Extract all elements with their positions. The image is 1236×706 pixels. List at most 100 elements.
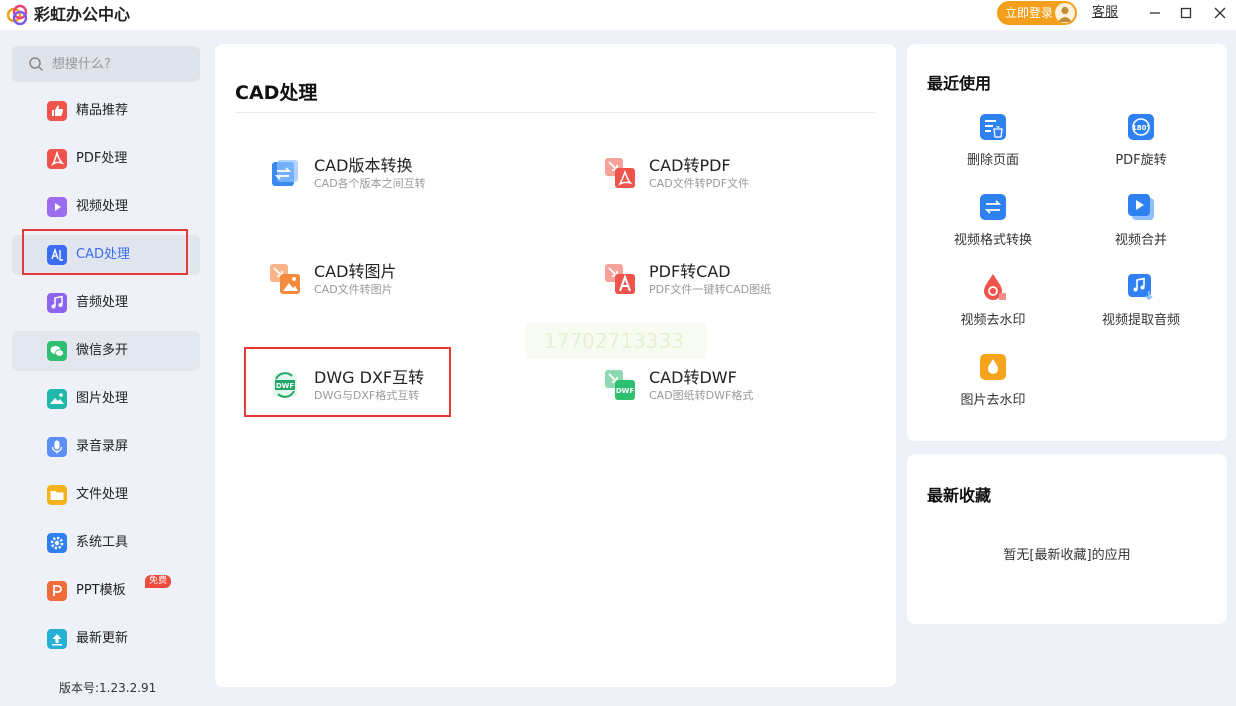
sidebar-item-file[interactable]: 文件处理 (12, 475, 200, 515)
main-panel: CAD处理 17702713333 CAD版本转换 CAD各个版本之间互转 CA… (215, 44, 896, 687)
recent-item-label: 删除页面 (966, 153, 1019, 168)
app-logo-icon (6, 4, 28, 26)
recent-item-delete-page[interactable]: 删除页面 (923, 113, 1063, 173)
recent-item-image-watermark[interactable]: 图片去水印 (923, 353, 1063, 413)
video-icon (47, 197, 67, 217)
watermark: 17702713333 (526, 323, 706, 359)
sidebar-item-label: 视频处理 (76, 199, 129, 214)
rotate-180-icon: 180° (1128, 114, 1154, 140)
svg-text:DWF: DWF (276, 382, 295, 390)
sidebar-item-system[interactable]: 系统工具 (12, 523, 200, 563)
upload-icon (47, 629, 67, 649)
sidebar-item-label: PDF处理 (76, 151, 128, 166)
svg-text:180°: 180° (1132, 124, 1150, 132)
tool-cad-version-convert[interactable]: CAD版本转换 CAD各个版本之间互转 (270, 152, 570, 212)
image-watermark-icon (980, 354, 1006, 380)
tool-title: CAD转DWF (649, 368, 737, 387)
music-icon (47, 293, 67, 313)
cad-to-dwf-icon: DWF (605, 370, 635, 400)
favorites-empty-text: 暂无[最新收藏]的应用 (1003, 548, 1131, 563)
sidebar-item-label: CAD处理 (76, 247, 130, 262)
tool-cad-to-pdf[interactable]: CAD转PDF CAD文件转PDF文件 (605, 152, 905, 212)
cad-to-pdf-icon (605, 158, 635, 188)
recent-title: 最近使用 (927, 74, 992, 93)
tool-desc: DWG与DXF格式互转 (314, 389, 420, 402)
login-button[interactable]: 立即登录 (997, 1, 1077, 25)
tool-title: CAD转图片 (314, 262, 397, 281)
image-icon (47, 389, 67, 409)
thumbs-up-icon (47, 101, 67, 121)
recent-item-label: 视频去水印 (960, 313, 1026, 328)
sidebar-item-record[interactable]: 录音录屏 (12, 427, 200, 467)
delete-page-icon (980, 114, 1006, 140)
app-title: 彩虹办公中心 (34, 5, 131, 24)
page-title: CAD处理 (235, 82, 318, 104)
search-box[interactable] (12, 46, 200, 82)
tool-title: PDF转CAD (649, 262, 731, 281)
recent-item-label: 视频提取音频 (1101, 313, 1180, 328)
recent-panel: 最近使用 删除页面 180° PDF旋转 视频格式转换 视频合并 视频去水印 视… (907, 44, 1227, 441)
sidebar-item-updates[interactable]: 最新更新 (12, 619, 200, 659)
video-convert-icon (980, 194, 1006, 220)
maximize-icon[interactable] (1177, 4, 1195, 22)
sidebar-item-label: 文件处理 (76, 487, 129, 502)
recent-item-label: PDF旋转 (1115, 153, 1167, 168)
sidebar-item-wechat[interactable]: 微信多开 (12, 331, 200, 371)
tool-title: CAD版本转换 (314, 156, 413, 175)
recent-item-video-merge[interactable]: 视频合并 (1071, 193, 1211, 253)
cad-icon (47, 245, 67, 265)
pdf-icon (47, 149, 67, 169)
search-input[interactable] (52, 52, 192, 76)
cad-to-image-icon (270, 264, 300, 294)
convert-icon (272, 160, 298, 186)
recent-item-extract-audio[interactable]: 视频提取音频 (1071, 273, 1211, 333)
folder-icon (47, 485, 67, 505)
tool-desc: CAD文件转图片 (314, 283, 393, 296)
version-label: 版本号:1.23.2.91 (59, 681, 157, 695)
microphone-icon (47, 437, 67, 457)
customer-service-link[interactable]: 客服 (1092, 4, 1118, 22)
divider (235, 112, 875, 113)
video-merge-icon (1128, 194, 1154, 220)
tool-cad-to-image[interactable]: CAD转图片 CAD文件转图片 (270, 258, 570, 318)
recent-item-video-watermark[interactable]: 视频去水印 (923, 273, 1063, 333)
avatar (1055, 3, 1075, 23)
search-icon (29, 57, 44, 72)
sidebar-item-label: 系统工具 (76, 535, 129, 550)
tool-title: CAD转PDF (649, 156, 731, 175)
extract-audio-icon (1128, 274, 1153, 301)
recent-item-label: 视频合并 (1114, 233, 1167, 248)
sidebar-item-audio[interactable]: 音频处理 (12, 283, 200, 323)
sidebar-item-ppt[interactable]: PPT模板 免费 (12, 571, 200, 611)
tool-cad-to-dwf[interactable]: DWF CAD转DWF CAD图纸转DWF格式 (605, 364, 905, 424)
tool-desc: CAD各个版本之间互转 (314, 177, 426, 190)
tool-desc: CAD图纸转DWF格式 (649, 389, 754, 402)
sidebar-item-label: 录音录屏 (76, 439, 129, 454)
title-bar: 彩虹办公中心 立即登录 客服 (0, 0, 1236, 30)
ppt-icon (47, 581, 67, 601)
svg-text:DWF: DWF (616, 387, 635, 395)
sidebar-item-image[interactable]: 图片处理 (12, 379, 200, 419)
recent-item-label: 图片去水印 (960, 393, 1026, 408)
sidebar-item-label: 音频处理 (76, 295, 129, 310)
tool-pdf-to-cad[interactable]: PDF转CAD PDF文件一键转CAD图纸 (605, 258, 905, 318)
recent-item-pdf-rotate[interactable]: 180° PDF旋转 (1071, 113, 1211, 173)
sidebar-item-label: 最新更新 (76, 631, 129, 646)
sidebar-item-video[interactable]: 视频处理 (12, 187, 200, 227)
tool-dwg-dxf-convert[interactable]: DWF DWG DXF互转 DWG与DXF格式互转 (270, 364, 570, 424)
sidebar-item-label: 图片处理 (76, 391, 129, 406)
wechat-icon (47, 341, 67, 361)
sidebar-item-pdf[interactable]: PDF处理 (12, 139, 200, 179)
favorites-title: 最新收藏 (927, 486, 992, 505)
minimize-icon[interactable] (1146, 4, 1164, 22)
recent-item-video-convert[interactable]: 视频格式转换 (923, 193, 1063, 253)
sidebar-item-cad[interactable]: CAD处理 (12, 235, 200, 275)
tool-desc: CAD文件转PDF文件 (649, 177, 750, 190)
sidebar-item-label: 微信多开 (76, 343, 129, 358)
sidebar-item-recommended[interactable]: 精品推荐 (12, 91, 200, 131)
close-icon[interactable] (1211, 4, 1229, 22)
sidebar-item-label: 精品推荐 (76, 103, 129, 118)
recent-item-label: 视频格式转换 (953, 233, 1032, 248)
favorites-panel: 最新收藏 暂无[最新收藏]的应用 (907, 454, 1227, 624)
dwg-dxf-icon: DWF (273, 372, 297, 398)
